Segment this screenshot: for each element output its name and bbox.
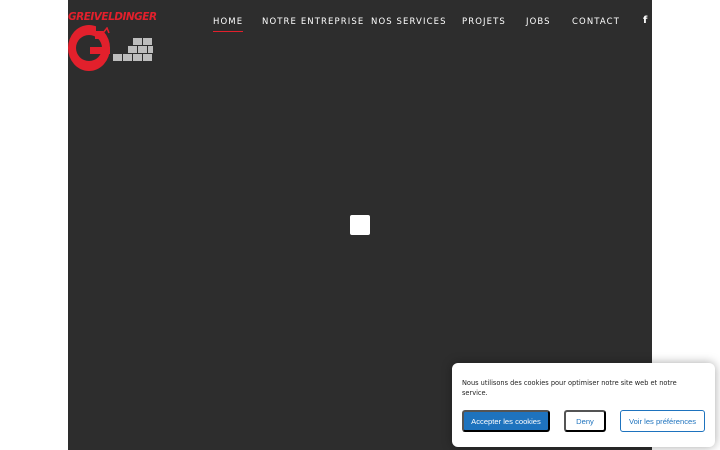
bricks-icon bbox=[113, 38, 153, 62]
cookie-message: Nous utilisons des cookies pour optimise… bbox=[462, 379, 677, 397]
nav-contact[interactable]: CONTACT bbox=[572, 17, 620, 27]
nav-projets[interactable]: PROJETS bbox=[462, 17, 506, 27]
cookie-banner: Nous utilisons des cookies pour optimise… bbox=[452, 363, 715, 447]
facebook-icon[interactable]: f bbox=[643, 15, 647, 26]
accept-cookies-button[interactable]: Accepter les cookies bbox=[462, 410, 550, 432]
nav-jobs[interactable]: JOBS bbox=[526, 17, 551, 27]
nav-notre-entreprise[interactable]: NOTRE ENTREPRISE bbox=[262, 17, 364, 27]
nav-home[interactable]: HOME bbox=[213, 17, 244, 32]
deny-cookies-button[interactable]: Deny bbox=[564, 410, 606, 432]
main-navigation: HOME NOTRE ENTREPRISE NOS SERVICES PROJE… bbox=[68, 17, 652, 37]
loading-square-icon bbox=[350, 215, 370, 235]
view-preferences-button[interactable]: Voir les préférences bbox=[620, 410, 705, 432]
nav-nos-services[interactable]: NOS SERVICES bbox=[371, 17, 447, 27]
